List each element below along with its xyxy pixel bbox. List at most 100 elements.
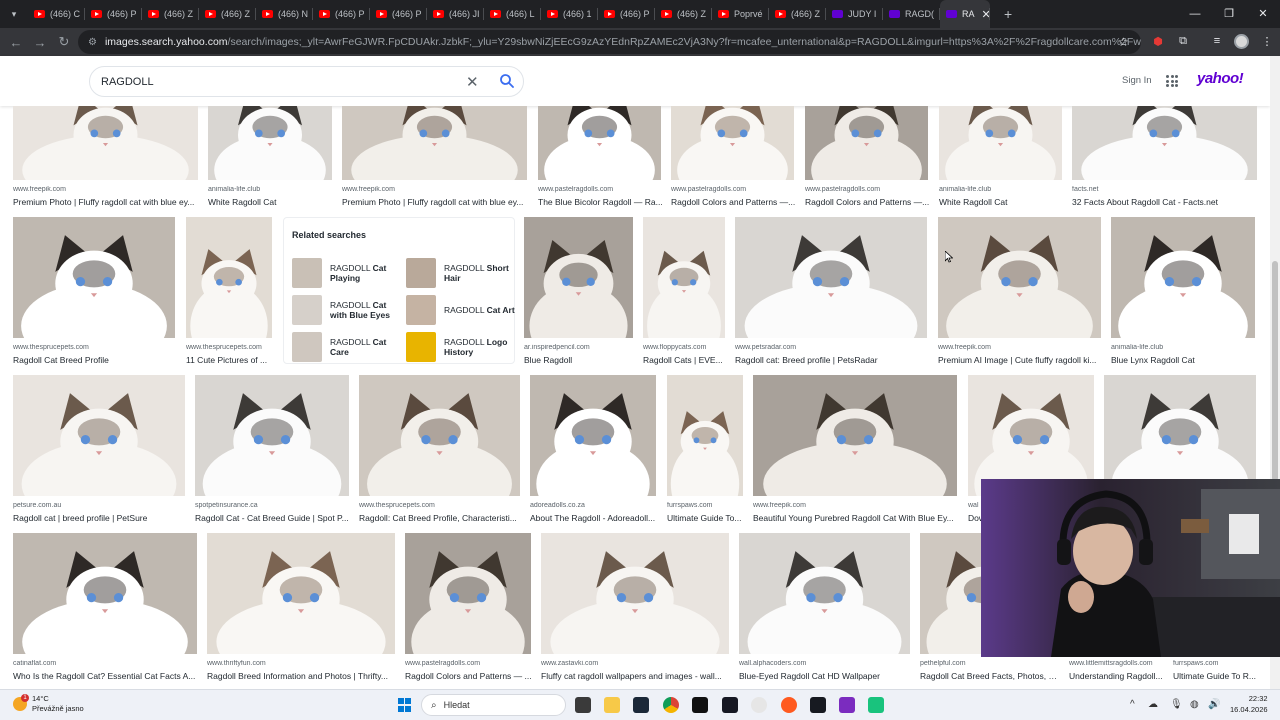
result-title[interactable]: Blue Ragdoll [524, 355, 643, 365]
result-title[interactable]: Ultimate Guide To R... [1173, 671, 1270, 681]
media-control-icon[interactable]: ≡ [1210, 34, 1224, 48]
image-result-card[interactable]: www.pastelragdolls.com Ragdoll Colors and… [405, 533, 532, 689]
browser-menu-icon[interactable]: ⋮ [1260, 34, 1274, 48]
cat-image-thumbnail[interactable] [208, 106, 332, 180]
browser-tab[interactable]: RA ✕ [940, 0, 990, 28]
result-title[interactable]: The Blue Bicolor Ragdoll — Ra... [538, 197, 671, 207]
result-title[interactable]: Understanding Ragdoll... [1069, 671, 1177, 681]
result-source[interactable]: facts.net [1072, 186, 1257, 193]
app-icon-orange[interactable] [781, 697, 797, 713]
image-result-card[interactable]: animalia-life.club White Ragdoll Cat [208, 106, 332, 222]
tray-chevron-icon[interactable]: ^ [1130, 699, 1135, 710]
result-source[interactable]: animalia-life.club [208, 186, 332, 193]
image-result-card[interactable]: furrspaws.com Ultimate Guide To... [667, 375, 743, 538]
tab-close-icon[interactable]: ✕ [982, 8, 990, 21]
extension-shield-icon[interactable]: ⬢ [1151, 34, 1165, 48]
cat-image-thumbnail[interactable] [938, 217, 1101, 338]
image-result-card[interactable]: www.pastelragdolls.com Ragdoll Colors and… [805, 106, 929, 222]
cat-image-thumbnail[interactable] [13, 533, 197, 654]
cat-image-thumbnail[interactable] [541, 533, 729, 654]
cat-image-thumbnail[interactable] [1111, 217, 1255, 338]
onedrive-icon[interactable]: ☁ [1148, 699, 1158, 710]
result-source[interactable]: www.thesprucepets.com [359, 502, 520, 509]
cat-image-thumbnail[interactable] [13, 106, 198, 180]
chrome-icon[interactable] [663, 697, 679, 713]
taskbar-search[interactable]: ⌕ Hledat [421, 694, 566, 716]
yahoo-logo[interactable]: yahoo! [1197, 70, 1244, 87]
close-window-button[interactable]: ✕ [1246, 0, 1280, 28]
steam-icon[interactable] [633, 697, 649, 713]
image-result-card[interactable]: adoreadolls.co.za About The Ragdoll - Ado… [530, 375, 656, 538]
minimize-button[interactable]: — [1178, 0, 1212, 28]
result-title[interactable]: Blue-Eyed Ragdoll Cat HD Wallpaper [739, 671, 920, 681]
browser-tab[interactable]: (466) L [484, 0, 541, 28]
result-source[interactable]: furrspaws.com [1173, 660, 1265, 667]
cat-image-thumbnail[interactable] [739, 533, 910, 654]
result-title[interactable]: Ragdoll cat | breed profile | PetSure [13, 513, 195, 523]
clear-search-icon[interactable]: ✕ [466, 73, 479, 91]
image-result-card[interactable]: www.zastavki.com Fluffy cat ragdoll wallp… [541, 533, 729, 689]
result-source[interactable]: catinaflat.com [13, 660, 197, 667]
result-source[interactable]: pethelpful.com [920, 660, 1050, 667]
cat-image-thumbnail[interactable] [968, 375, 1094, 496]
browser-tab[interactable]: (466) JI [427, 0, 484, 28]
result-title[interactable]: Premium Photo | Fluffy ragdoll cat with … [13, 197, 208, 207]
result-source[interactable]: ar.inspiredpencil.com [524, 344, 633, 351]
result-title[interactable]: Ragdoll Colors and Patterns — ... [405, 671, 541, 681]
browser-tab[interactable]: (466) N [256, 0, 313, 28]
result-title[interactable]: Ragdoll cat: Breed profile | PetsRadar [735, 355, 937, 365]
result-source[interactable]: www.pastelragdolls.com [805, 186, 928, 193]
image-result-card[interactable]: wall.alphacoders.com Blue-Eyed Ragdoll Ca… [739, 533, 910, 689]
image-result-card[interactable]: www.thesprucepets.com Ragdoll: Cat Breed … [359, 375, 520, 538]
cat-image-thumbnail[interactable] [643, 217, 725, 338]
result-title[interactable]: White Ragdoll Cat [208, 197, 342, 207]
cat-image-thumbnail[interactable] [1104, 375, 1256, 496]
image-result-card[interactable]: www.petsradar.com Ragdoll cat: Breed prof… [735, 217, 927, 380]
image-result-card[interactable]: petsure.com.au Ragdoll cat | breed profil… [13, 375, 185, 538]
related-search-item[interactable]: RAGDOLL Cat Art [406, 295, 518, 325]
result-title[interactable]: Who Is the Ragdoll Cat? Essential Cat Fa… [13, 671, 207, 681]
image-result-card[interactable]: catinaflat.com Who Is the Ragdoll Cat? Es… [13, 533, 197, 689]
cat-image-thumbnail[interactable] [753, 375, 957, 496]
result-source[interactable]: www.petsradar.com [735, 344, 927, 351]
cat-image-thumbnail[interactable] [13, 217, 175, 338]
result-source[interactable]: www.freepik.com [938, 344, 1101, 351]
related-search-item[interactable]: RAGDOLL Cat with Blue Eyes [292, 295, 404, 325]
browser-tab[interactable]: (466) P [85, 0, 142, 28]
cat-image-thumbnail[interactable] [538, 106, 661, 180]
cat-image-thumbnail[interactable] [13, 375, 185, 496]
image-result-card[interactable]: www.freepik.com Premium Photo | Fluffy ra… [13, 106, 198, 222]
result-source[interactable]: www.freepik.com [342, 186, 527, 193]
result-title[interactable]: Ragdoll Cat Breed Profile [13, 355, 185, 365]
next-app-icon[interactable] [839, 697, 855, 713]
cat-image-thumbnail[interactable] [405, 533, 531, 654]
maximize-button[interactable]: ❐ [1212, 0, 1246, 28]
image-result-card[interactable]: facts.net 32 Facts About Ragdoll Cat - Fa… [1072, 106, 1257, 222]
app-icon-green[interactable] [868, 697, 884, 713]
related-search-item[interactable]: RAGDOLL Cat Care [292, 332, 404, 362]
result-title[interactable]: Fluffy cat ragdoll wallpapers and images… [541, 671, 739, 681]
image-result-card[interactable]: www.pastelragdolls.com Ragdoll Colors and… [671, 106, 795, 222]
result-title[interactable]: Ragdoll Breed Information and Photos | T… [207, 671, 405, 681]
bookmark-star-icon[interactable]: ☆ [1118, 30, 1129, 54]
microphone-icon[interactable]: 🎙 [1170, 699, 1183, 710]
cat-image-thumbnail[interactable] [1072, 106, 1257, 180]
result-title[interactable]: About The Ragdoll - Adoreadoll... [530, 513, 666, 523]
result-source[interactable]: furrspaws.com [667, 502, 743, 509]
image-result-card[interactable]: animalia-life.club White Ragdoll Cat [939, 106, 1062, 222]
browser-tab[interactable]: (466) C [28, 0, 85, 28]
image-result-card[interactable]: www.pastelragdolls.com The Blue Bicolor R… [538, 106, 663, 222]
capcut-icon[interactable] [692, 697, 708, 713]
cat-image-thumbnail[interactable] [207, 533, 395, 654]
reload-button[interactable]: ↻ [52, 34, 76, 50]
image-result-card[interactable]: www.freepik.com Beautiful Young Purebred … [753, 375, 957, 538]
image-result-card[interactable]: spotpetinsurance.ca Ragdoll Cat - Cat Bre… [195, 375, 349, 538]
result-source[interactable]: www.thesprucepets.com [13, 344, 175, 351]
result-title[interactable]: Ragdoll Colors and Patterns —... [671, 197, 804, 207]
image-result-card[interactable]: ar.inspiredpencil.com Blue Ragdoll [524, 217, 633, 380]
result-source[interactable]: animalia-life.club [1111, 344, 1255, 351]
result-source[interactable]: www.thesprucepets.com [186, 344, 272, 351]
browser-tab[interactable]: (466) P [370, 0, 427, 28]
clock[interactable]: 22:32 16.04.2026 [1230, 693, 1268, 715]
image-result-card[interactable]: www.thesprucepets.com 11 Cute Pictures of… [186, 217, 272, 380]
